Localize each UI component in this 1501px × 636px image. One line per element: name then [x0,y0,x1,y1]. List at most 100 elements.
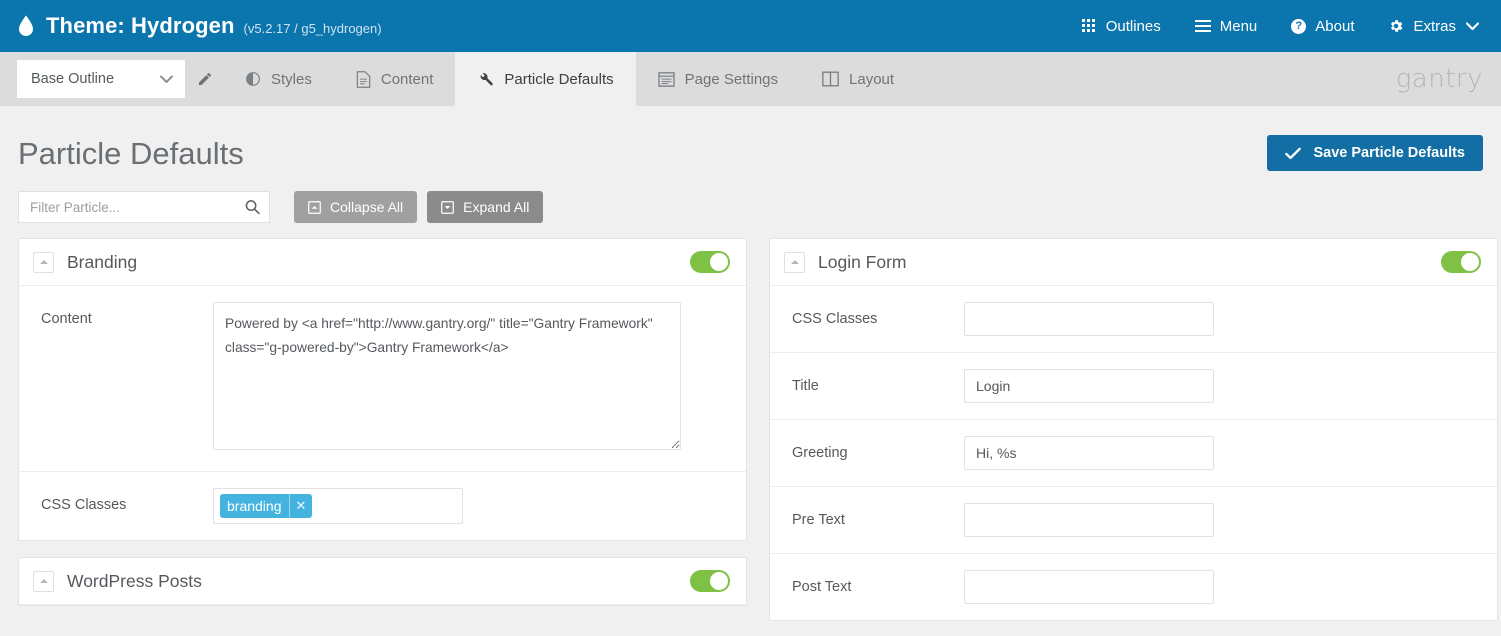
panel-wordpress-posts-toggle[interactable] [690,570,730,592]
tab-content[interactable]: Content [334,52,456,106]
chevron-down-icon [1466,22,1479,31]
nav-extras-label: Extras [1413,19,1456,34]
login-greeting-input[interactable] [964,436,1214,470]
field-row-login-css-classes: CSS Classes [770,286,1497,353]
header-nav: Outlines Menu ? About Extras [1082,18,1479,34]
collapse-box-icon [308,201,321,214]
login-post-text-input[interactable] [964,570,1214,604]
page-title: Particle Defaults [18,138,244,169]
triangle-up-icon[interactable] [33,252,54,273]
field-label-login-css-classes: CSS Classes [792,302,964,327]
field-row-login-greeting: Greeting [770,420,1497,487]
expand-all-label: Expand All [463,199,529,215]
field-label-css-classes: CSS Classes [41,488,213,513]
field-row-content: Content Powered by <a href="http://www.g… [19,286,746,472]
tabs: Styles Content Particle Defaults [223,52,916,106]
filter-particle-field[interactable] [18,191,270,223]
save-particle-defaults-button[interactable]: Save Particle Defaults [1267,135,1483,171]
tab-layout-label: Layout [849,71,894,88]
panel-login-form-toggle[interactable] [1441,251,1481,273]
field-label-content: Content [41,302,213,327]
wrench-icon [477,71,494,88]
chevron-down-icon [160,75,173,84]
app-header: Theme: Hydrogen (v5.2.17 / g5_hydrogen) … [0,0,1501,52]
list-panel-icon [658,72,675,87]
document-icon [356,71,371,88]
close-icon[interactable]: ✕ [289,494,313,518]
check-icon [1285,147,1301,160]
nav-extras[interactable]: Extras [1388,18,1479,34]
tag-label: branding [220,494,289,518]
save-particle-defaults-label: Save Particle Defaults [1313,145,1465,161]
triangle-up-icon[interactable] [33,571,54,592]
field-row-login-post-text: Post Text [770,554,1497,620]
tab-page-settings-label: Page Settings [685,71,778,88]
tag-item: branding ✕ [220,494,312,518]
field-wrap-css-classes: branding ✕ [213,488,730,524]
tab-particle-defaults[interactable]: Particle Defaults [455,52,635,106]
nav-menu-label: Menu [1220,19,1258,34]
nav-menu[interactable]: Menu [1195,19,1258,34]
tab-bar: Base Outline Styles [0,52,1501,106]
tab-styles-label: Styles [271,71,312,88]
panel-branding: Branding Content Powered by <a href="htt… [18,238,747,541]
page-header: Particle Defaults Save Particle Defaults [0,106,1501,184]
collapse-all-label: Collapse All [330,199,403,215]
tab-styles[interactable]: Styles [223,52,334,106]
field-row-login-title: Title [770,353,1497,420]
tabbar-spacer [916,52,1396,106]
water-drop-icon [18,15,34,37]
panel-branding-header: Branding [19,239,746,286]
columns-icon [822,71,839,87]
filter-toolbar: Collapse All Expand All [0,184,1501,230]
login-css-classes-input[interactable] [964,302,1214,336]
collapse-all-button[interactable]: Collapse All [294,191,417,223]
brand: Theme: Hydrogen (v5.2.17 / g5_hydrogen) [18,15,382,37]
panel-wordpress-posts-header: WordPress Posts [19,558,746,605]
nav-about[interactable]: ? About [1291,19,1354,34]
login-pre-text-input[interactable] [964,503,1214,537]
panel-branding-title: Branding [67,252,690,273]
search-input[interactable] [19,192,269,222]
login-title-input[interactable] [964,369,1214,403]
search-icon[interactable] [245,200,260,215]
field-row-login-pre-text: Pre Text [770,487,1497,554]
tab-layout[interactable]: Layout [800,52,916,106]
nav-about-label: About [1315,19,1354,34]
nav-outlines-label: Outlines [1106,19,1161,34]
field-label-login-pre-text: Pre Text [792,503,964,528]
panel-wordpress-posts-title: WordPress Posts [67,571,690,592]
outline-select[interactable]: Base Outline [17,60,185,98]
panel-login-form-title: Login Form [818,252,1441,273]
field-label-login-post-text: Post Text [792,570,964,595]
panel-branding-toggle[interactable] [690,251,730,273]
pencil-icon[interactable] [197,71,213,87]
contrast-icon [245,71,261,87]
outline-picker: Base Outline [0,52,223,106]
content-textarea[interactable]: Powered by <a href="http://www.gantry.or… [213,302,681,450]
app-version: (v5.2.17 / g5_hydrogen) [244,22,382,35]
triangle-up-icon[interactable] [784,252,805,273]
question-circle-icon: ? [1291,19,1306,34]
tab-page-settings[interactable]: Page Settings [636,52,800,106]
app-title: Theme: Hydrogen [46,15,235,37]
tab-content-label: Content [381,71,434,88]
field-row-css-classes: CSS Classes branding ✕ [19,472,746,540]
expand-all-button[interactable]: Expand All [427,191,543,223]
outline-select-value: Base Outline [31,71,114,87]
grid-icon [1082,19,1097,34]
panel-column-right: Login Form CSS Classes Title Greeting [769,238,1498,636]
nav-outlines[interactable]: Outlines [1082,19,1161,34]
tab-particle-defaults-label: Particle Defaults [504,71,613,88]
expand-box-icon [441,201,454,214]
particle-panels: Branding Content Powered by <a href="htt… [0,230,1501,636]
css-classes-tag-input[interactable]: branding ✕ [213,488,463,524]
gantry-logo: gantry [1396,52,1501,106]
gear-icon [1388,18,1404,34]
panel-wordpress-posts: WordPress Posts [18,557,747,606]
field-wrap-content: Powered by <a href="http://www.gantry.or… [213,302,730,455]
panel-login-form-header: Login Form [770,239,1497,286]
field-label-login-title: Title [792,369,964,394]
panel-login-form: Login Form CSS Classes Title Greeting [769,238,1498,621]
field-label-login-greeting: Greeting [792,436,964,461]
